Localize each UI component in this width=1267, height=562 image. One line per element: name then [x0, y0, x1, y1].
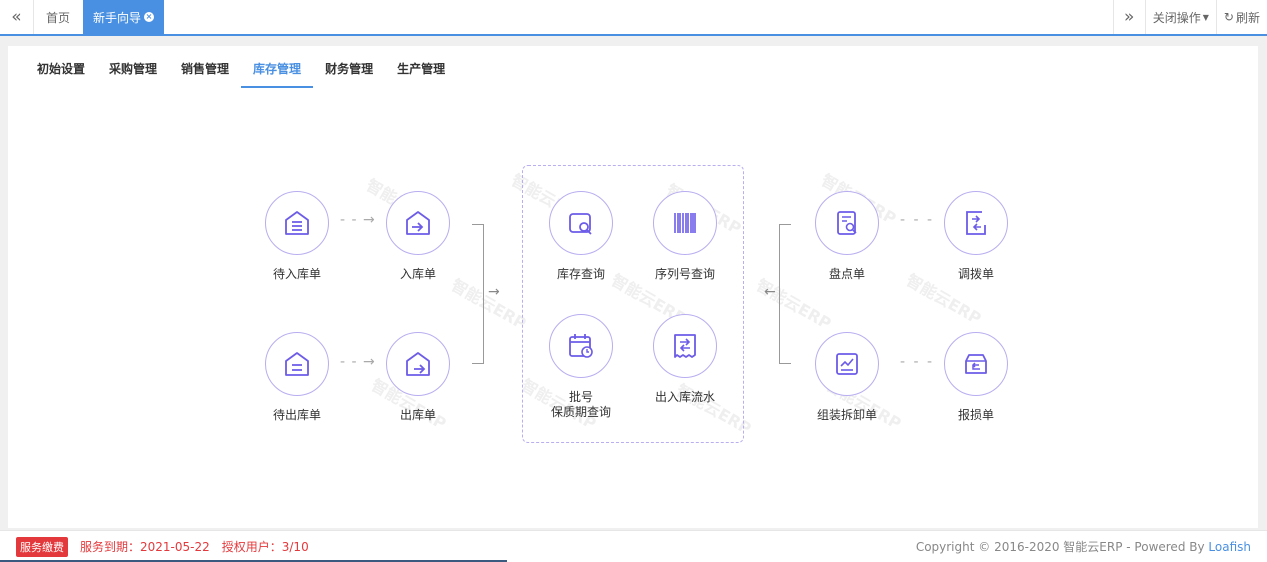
tab-home[interactable]: 首页 — [34, 0, 82, 34]
close-ops-dropdown[interactable]: 关闭操作 ▼ — [1144, 0, 1216, 34]
close-tab-icon[interactable]: × — [144, 12, 155, 22]
node-flow-record[interactable]: 出入库流水 — [635, 314, 735, 405]
node-circle — [944, 332, 1008, 396]
tab-initial-settings[interactable]: 初始设置 — [25, 56, 97, 88]
node-label: 批号 保质期查询 — [531, 390, 631, 420]
node-stock-in[interactable]: 入库单 — [368, 191, 468, 282]
transfer-record-icon — [674, 334, 696, 358]
warehouse-list-icon — [285, 211, 309, 235]
top-tab-bar: « 首页 新手向导 × » 关闭操作 ▼ ↻ 刷新 — [0, 0, 1267, 36]
module-tabs: 初始设置 采购管理 销售管理 库存管理 财务管理 生产管理 — [25, 56, 457, 88]
tab-guide[interactable]: 新手向导 × — [83, 0, 165, 34]
node-circle — [265, 332, 329, 396]
tab-home-label: 首页 — [46, 10, 71, 25]
node-pending-in[interactable]: 待入库单 — [247, 191, 347, 282]
node-circle — [265, 191, 329, 255]
warehouse-out-list-icon — [285, 352, 309, 376]
node-circle — [386, 332, 450, 396]
node-circle — [815, 191, 879, 255]
node-label: 出入库流水 — [654, 390, 715, 404]
refresh-label: 刷新 — [1235, 10, 1260, 25]
tab-production[interactable]: 生产管理 — [385, 56, 457, 88]
node-circle — [549, 314, 613, 378]
node-stock-out[interactable]: 出库单 — [368, 332, 468, 423]
node-label-line: 批号 — [568, 390, 593, 404]
node-damage[interactable]: 报损单 — [926, 332, 1026, 423]
node-circle — [549, 191, 613, 255]
copyright: Copyright © 2016-2020 智能云ERP - Powered B… — [916, 538, 1251, 555]
guide-card: 初始设置 采购管理 销售管理 库存管理 财务管理 生产管理 智能云ERP 智能云… — [8, 46, 1258, 528]
refresh-icon: ↻ — [1223, 10, 1234, 24]
warehouse-in-icon — [406, 211, 430, 235]
arrow-left-icon: ← — [764, 284, 777, 300]
node-label: 组装拆卸单 — [816, 408, 877, 422]
node-label-line: 保质期查询 — [550, 405, 611, 419]
node-batch-query[interactable]: 批号 保质期查询 — [531, 314, 631, 420]
calendar-clock-icon — [569, 334, 593, 358]
node-label: 调拨单 — [957, 267, 994, 281]
node-pending-out[interactable]: 待出库单 — [247, 332, 347, 423]
node-label: 序列号查询 — [654, 267, 715, 281]
node-label: 报损单 — [957, 408, 994, 422]
node-label: 待入库单 — [272, 267, 321, 281]
scroll-left-icon[interactable]: « — [0, 0, 34, 34]
node-circle — [944, 191, 1008, 255]
node-circle — [386, 191, 450, 255]
close-ops-label: 关闭操作 — [1152, 10, 1201, 25]
tab-guide-label: 新手向导 — [93, 10, 142, 25]
transfer-icon — [966, 211, 986, 235]
service-expiry: 服务到期：2021-05-22 — [80, 540, 210, 554]
node-label: 入库单 — [399, 267, 436, 281]
barcode-icon — [674, 213, 696, 233]
refresh-button[interactable]: ↻ 刷新 — [1215, 0, 1267, 34]
node-inventory-check[interactable]: 盘点单 — [797, 191, 897, 282]
copyright-text: Copyright © 2016-2020 智能云ERP - Powered B… — [915, 540, 1209, 554]
inventory-check-icon — [837, 211, 857, 235]
node-serial-query[interactable]: 序列号查询 — [635, 191, 735, 282]
stock-search-icon — [569, 213, 592, 235]
brand-link[interactable]: Loafish — [1208, 540, 1251, 554]
service-payment-badge[interactable]: 服务缴费 — [16, 536, 68, 557]
node-label: 出库单 — [399, 408, 436, 422]
footer: 服务缴费 服务到期：2021-05-22 授权用户：3/10 Copyright… — [0, 530, 1267, 562]
damage-return-icon — [965, 354, 987, 374]
node-assembly[interactable]: 组装拆卸单 — [797, 332, 897, 423]
node-label: 待出库单 — [272, 408, 321, 422]
node-circle — [815, 332, 879, 396]
arrow-right-icon: → — [488, 284, 501, 300]
caret-down-icon: ▼ — [1202, 12, 1209, 22]
right-bracket — [779, 224, 791, 364]
assembly-chart-icon — [836, 353, 858, 375]
node-label: 库存查询 — [556, 267, 605, 281]
node-transfer[interactable]: 调拨单 — [926, 191, 1026, 282]
scroll-right-icon[interactable]: » — [1112, 0, 1145, 34]
node-label: 盘点单 — [828, 267, 865, 281]
left-bracket — [472, 224, 484, 364]
node-circle — [653, 314, 717, 378]
warehouse-out-icon — [406, 352, 430, 376]
node-circle — [653, 191, 717, 255]
tab-purchase[interactable]: 采购管理 — [97, 56, 169, 88]
tab-sales[interactable]: 销售管理 — [169, 56, 241, 88]
tab-finance[interactable]: 财务管理 — [313, 56, 385, 88]
licensed-users: 授权用户：3/10 — [221, 540, 309, 554]
tab-inventory[interactable]: 库存管理 — [241, 56, 314, 88]
node-stock-query[interactable]: 库存查询 — [531, 191, 631, 282]
